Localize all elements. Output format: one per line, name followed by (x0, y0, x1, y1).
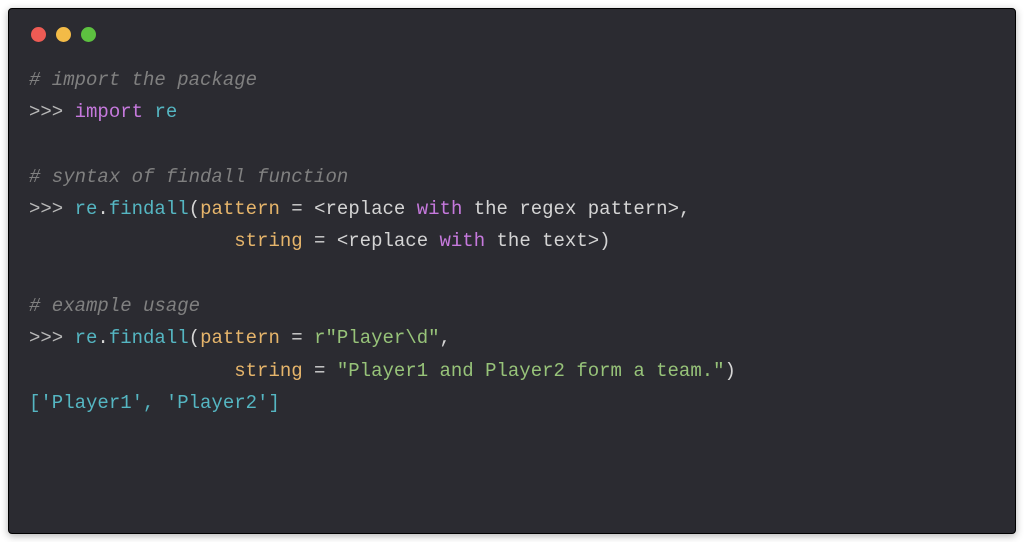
minimize-icon[interactable] (56, 27, 71, 42)
equals: = (303, 360, 337, 382)
param-name: string (234, 360, 302, 382)
dot-operator: . (97, 327, 108, 349)
keyword-import: import (75, 101, 143, 123)
indent (29, 360, 234, 382)
space (143, 101, 154, 123)
comma: , (440, 327, 451, 349)
function-name: findall (109, 198, 189, 220)
terminal-window: # import the package >>> import re # syn… (8, 8, 1016, 534)
string-literal: r"Player\d" (314, 327, 439, 349)
paren-close: ) (599, 230, 610, 252)
keyword-with: with (417, 198, 463, 220)
placeholder-text: replace (348, 230, 439, 252)
comma: , (679, 198, 690, 220)
module-name: re (75, 327, 98, 349)
prompt: >>> (29, 327, 75, 349)
param-name: string (234, 230, 302, 252)
module-name: re (154, 101, 177, 123)
titlebar (31, 27, 995, 42)
comment-line: # import the package (29, 69, 257, 91)
param-name: pattern (200, 198, 280, 220)
keyword-with: with (440, 230, 486, 252)
paren-open: ( (189, 327, 200, 349)
equals: = (303, 230, 337, 252)
angle-bracket: < (314, 198, 325, 220)
close-icon[interactable] (31, 27, 46, 42)
maximize-icon[interactable] (81, 27, 96, 42)
indent (29, 230, 234, 252)
placeholder-text: the regex pattern (462, 198, 667, 220)
angle-bracket: > (588, 230, 599, 252)
output-line: ['Player1', 'Player2'] (29, 392, 280, 414)
prompt: >>> (29, 101, 75, 123)
param-name: pattern (200, 327, 280, 349)
code-block: # import the package >>> import re # syn… (29, 64, 995, 419)
angle-bracket: < (337, 230, 348, 252)
function-name: findall (109, 327, 189, 349)
string-literal: "Player1 and Player2 form a team." (337, 360, 725, 382)
equals: = (280, 327, 314, 349)
comment-line: # example usage (29, 295, 200, 317)
dot-operator: . (97, 198, 108, 220)
module-name: re (75, 198, 98, 220)
paren-close: ) (725, 360, 736, 382)
equals: = (280, 198, 314, 220)
paren-open: ( (189, 198, 200, 220)
prompt: >>> (29, 198, 75, 220)
comment-line: # syntax of findall function (29, 166, 348, 188)
angle-bracket: > (668, 198, 679, 220)
placeholder-text: the text (485, 230, 588, 252)
placeholder-text: replace (326, 198, 417, 220)
